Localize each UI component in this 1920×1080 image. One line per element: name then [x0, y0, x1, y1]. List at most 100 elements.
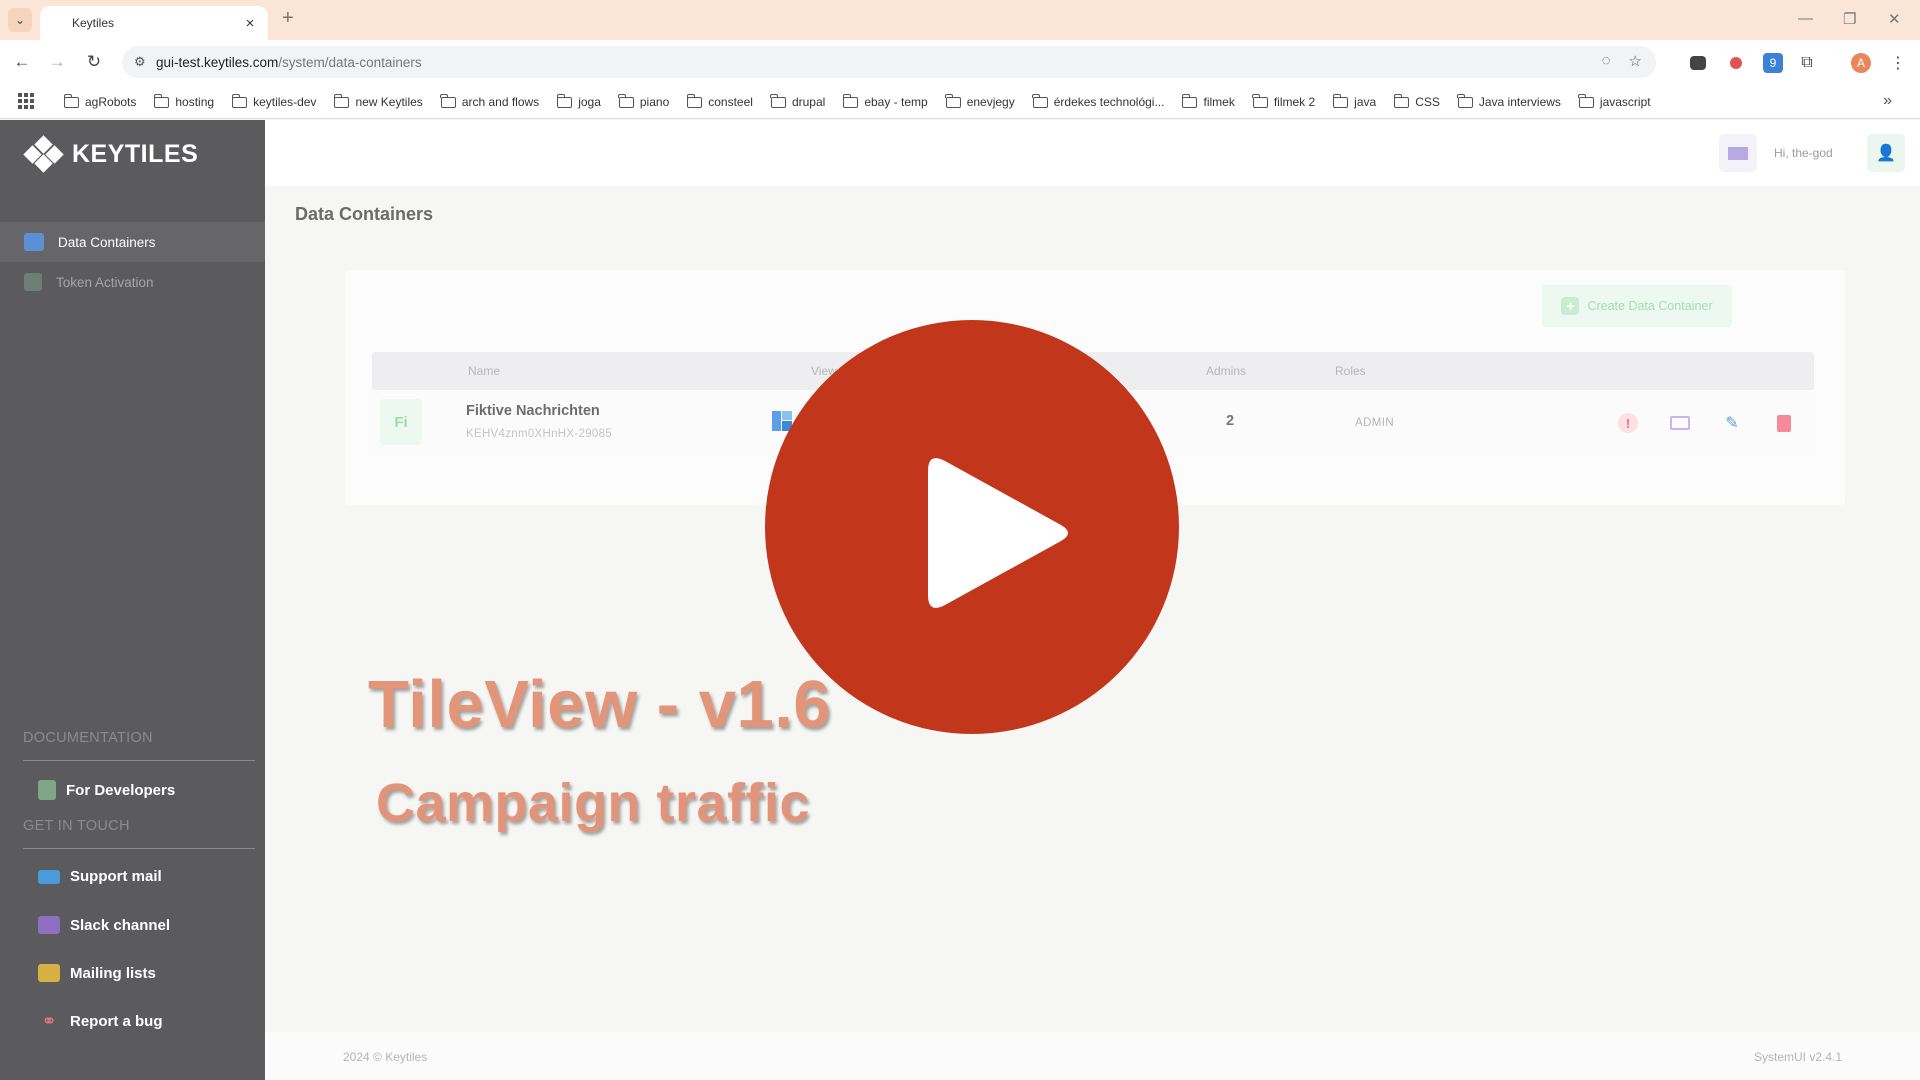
sidebar-item-data-containers[interactable]: Data Containers	[0, 222, 265, 262]
bookmark-label: java	[1354, 95, 1377, 109]
sidebar-item-label: Data Containers	[58, 234, 156, 250]
bookmark-item[interactable]: érdekes technológi...	[1032, 93, 1165, 109]
close-window-icon[interactable]: ✕	[1888, 10, 1901, 28]
bookmark-label: hosting	[175, 95, 215, 109]
video-play-button[interactable]	[765, 320, 1179, 734]
bookmarks-bar: agRobots hosting keytiles-dev new Keytiles a…	[0, 85, 1920, 119]
bookmark-item[interactable]: CSS	[1393, 93, 1440, 109]
bookmark-item[interactable]: enevjegy	[945, 93, 1015, 109]
folder-icon	[1393, 93, 1410, 108]
browser-toolbar: ← → ↻ ⚙ gui-test.keytiles.com/system/dat…	[0, 40, 1920, 85]
for-developers-link[interactable]: For Developers	[38, 780, 175, 800]
edit-pencil-icon[interactable]: ✎	[1717, 409, 1747, 437]
keytiles-logo[interactable]: KEYTILES	[23, 135, 198, 173]
mailbox-icon	[38, 964, 60, 982]
container-id: KEHV4znm0XHnHX-29085	[466, 428, 612, 440]
create-data-container-button[interactable]: + Create Data Container	[1542, 285, 1732, 327]
support-mail-link[interactable]: Support mail	[38, 868, 162, 885]
sidebar: KEYTILES Data Containers Token Activatio…	[0, 120, 265, 1080]
forward-icon[interactable]: →	[45, 50, 69, 74]
divider	[23, 760, 255, 761]
extension-icon[interactable]	[1690, 56, 1706, 70]
eye-off-icon[interactable]: ◌	[1602, 52, 1611, 70]
folder-icon	[1457, 93, 1473, 108]
create-button-label: Create Data Container	[1587, 299, 1713, 313]
browser-tab[interactable]: Keytiles ×	[40, 6, 268, 40]
user-menu-button[interactable]: 👤	[1867, 134, 1905, 172]
link-label: Mailing lists	[70, 964, 156, 982]
minimize-icon[interactable]: —	[1798, 10, 1813, 27]
mailing-lists-link[interactable]: Mailing lists	[38, 964, 156, 982]
bookmark-item[interactable]: ebay - temp	[842, 93, 928, 109]
bookmark-label: agRobots	[85, 95, 137, 109]
bookmark-label: joga	[578, 95, 601, 109]
messages-button[interactable]	[1719, 134, 1757, 172]
get-in-touch-heading: GET IN TOUCH	[23, 818, 130, 834]
folder-icon	[1332, 93, 1349, 108]
back-icon[interactable]: ←	[10, 50, 34, 74]
extensions-puzzle-icon[interactable]: ⧉	[1797, 53, 1817, 73]
report-bug-link[interactable]: ⚭ Report a bug	[38, 1010, 162, 1031]
footer: 2024 © Keytiles SystemUI v2.4.1	[265, 1032, 1920, 1080]
folder-icon	[333, 93, 350, 108]
bookmark-item[interactable]: keytiles-dev	[231, 93, 316, 109]
bookmark-item[interactable]: arch and flows	[440, 93, 539, 109]
bookmark-label: new Keytiles	[355, 95, 423, 109]
bookmark-item[interactable]: hosting	[153, 93, 215, 109]
sidebar-item-label: Token Activation	[56, 274, 154, 290]
slack-channel-link[interactable]: Slack channel	[38, 916, 170, 934]
bookmark-label: filmek 2	[1273, 95, 1316, 109]
bookmark-item[interactable]: Java interviews	[1457, 93, 1561, 109]
roles-value: ADMIN	[1355, 417, 1395, 429]
container-name[interactable]: Fiktive Nachrichten	[466, 403, 600, 419]
bookmark-item[interactable]: joga	[556, 93, 601, 109]
new-tab-button[interactable]: +	[282, 7, 294, 30]
admins-count: 2	[1226, 413, 1235, 429]
site-info-icon[interactable]: ⚙	[134, 54, 156, 70]
bookmark-item[interactable]: filmek 2	[1252, 93, 1316, 109]
user-greeting: Hi, the-god	[1774, 146, 1833, 160]
user-icon: 👤	[1876, 145, 1896, 162]
bookmark-item[interactable]: java	[1332, 93, 1377, 109]
folder-icon	[556, 93, 573, 108]
profile-avatar[interactable]: A	[1851, 53, 1871, 73]
footer-copyright: 2024 © Keytiles	[343, 1050, 428, 1064]
record-extension-icon[interactable]	[1726, 53, 1746, 73]
bookmark-item[interactable]: filmek	[1181, 93, 1235, 109]
folder-icon	[945, 93, 961, 108]
folder-icon	[618, 93, 634, 108]
translate-extension-icon[interactable]: 9	[1763, 53, 1783, 73]
reload-icon[interactable]: ↻	[82, 50, 106, 74]
link-icon: ⚭	[41, 1010, 57, 1031]
alert-icon[interactable]: !	[1613, 409, 1643, 437]
sidebar-item-token-activation[interactable]: Token Activation	[0, 262, 265, 302]
chat-icon	[38, 916, 60, 934]
bookmark-item[interactable]: new Keytiles	[333, 93, 423, 109]
restore-icon[interactable]: ❐	[1843, 10, 1856, 28]
bookmark-item[interactable]: javascript	[1578, 93, 1651, 109]
delete-trash-icon[interactable]	[1769, 409, 1799, 437]
video-subtitle: Campaign traffic	[376, 773, 811, 833]
more-bookmarks-icon[interactable]: »	[1883, 92, 1892, 110]
bookmark-item[interactable]: agRobots	[63, 93, 137, 109]
column-header-roles: Roles	[1335, 364, 1366, 378]
folder-icon	[153, 93, 170, 108]
envelope-icon	[1728, 146, 1748, 160]
bookmark-label: ebay - temp	[864, 95, 928, 109]
browser-menu-icon[interactable]: ⋮	[1888, 53, 1908, 73]
apps-grid-icon[interactable]	[18, 93, 34, 109]
bookmark-label: filmek	[1203, 95, 1235, 109]
fullscreen-icon[interactable]	[1665, 409, 1695, 437]
bookmark-label: piano	[639, 95, 670, 109]
tab-title: Keytiles	[72, 16, 115, 30]
keytiles-logo-mark-icon	[23, 135, 64, 173]
tab-search-button[interactable]: ⌄	[8, 8, 32, 32]
bookmark-label: érdekes technológi...	[1053, 95, 1165, 109]
bookmark-item[interactable]: consteel	[686, 93, 753, 109]
bookmark-star-icon[interactable]: ☆	[1629, 52, 1642, 70]
address-bar[interactable]: ⚙ gui-test.keytiles.com/system/data-cont…	[122, 46, 1656, 78]
bookmark-item[interactable]: piano	[618, 93, 670, 109]
chevron-down-icon: ⌄	[14, 13, 26, 27]
tab-close-button[interactable]: ×	[242, 15, 258, 32]
bookmark-item[interactable]: drupal	[770, 93, 825, 109]
